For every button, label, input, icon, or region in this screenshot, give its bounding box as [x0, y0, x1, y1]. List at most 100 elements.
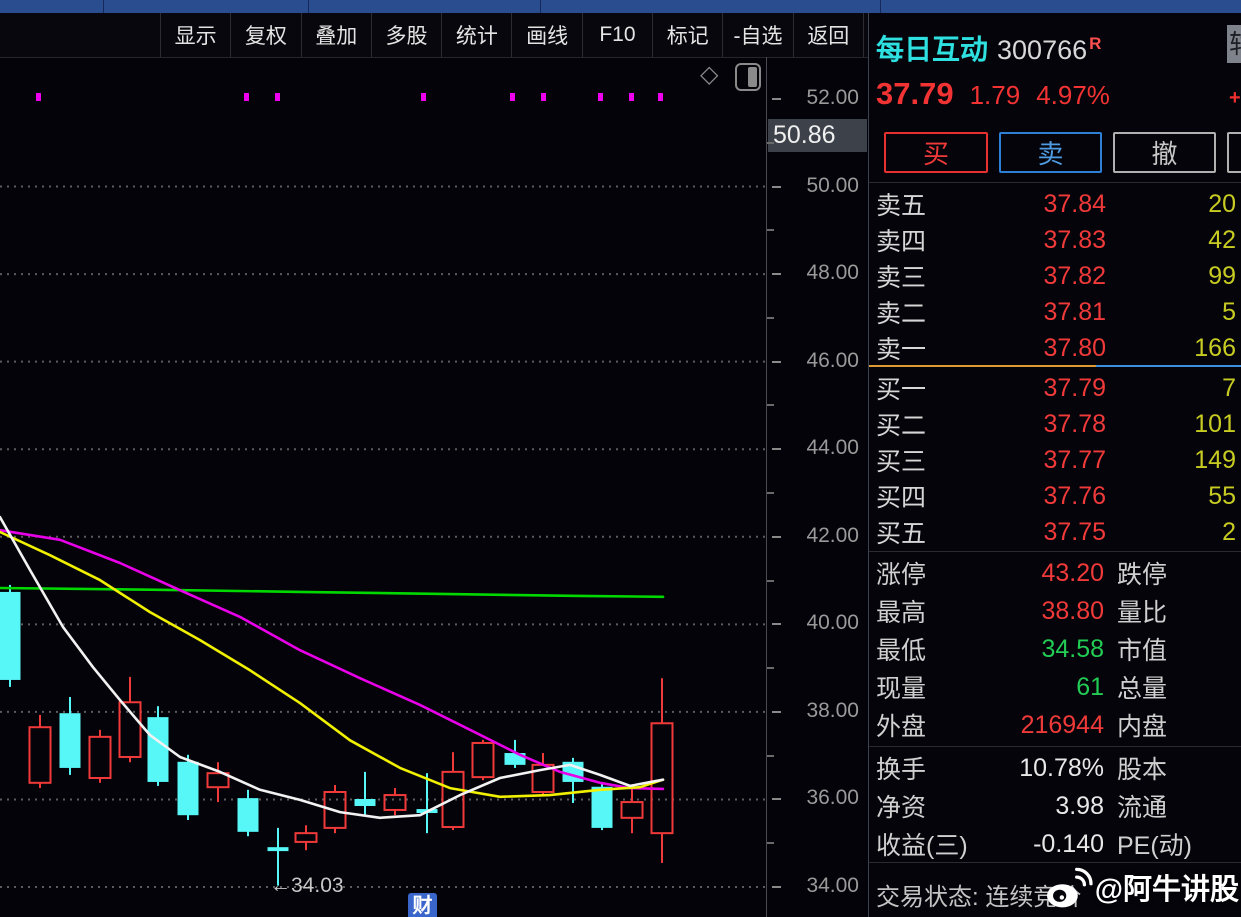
- level-volume: 5: [1106, 298, 1241, 327]
- level-volume: 20: [1106, 190, 1241, 219]
- level-volume: 55: [1106, 482, 1241, 511]
- stat-row-最低: 最低34.58市值: [869, 630, 1241, 668]
- split-panel-icon[interactable]: [735, 63, 761, 91]
- clipped-side-tab[interactable]: 轱: [1227, 25, 1241, 65]
- weibo-icon: [1043, 865, 1095, 909]
- stat-row-现量: 现量61总量: [869, 668, 1241, 706]
- stat-row-外盘: 外盘216944内盘: [869, 706, 1241, 744]
- axis-label: 48.00: [767, 261, 859, 285]
- ask-row[interactable]: 卖三37.8299: [869, 258, 1241, 294]
- level-label: 卖四: [869, 222, 968, 258]
- diamond-marker-icon[interactable]: ◇: [700, 60, 718, 89]
- ask-row[interactable]: 卖二37.815: [869, 294, 1241, 330]
- axis-minor-tick: [767, 142, 774, 144]
- axis-label: 42.00: [767, 524, 859, 548]
- level-volume: 2: [1106, 518, 1241, 547]
- level-price[interactable]: 37.84: [968, 190, 1106, 219]
- stat-label: 涨停: [869, 555, 976, 591]
- axis-highlight-label: 50.86: [768, 119, 867, 152]
- stat-row-涨停: 涨停43.20跌停: [869, 554, 1241, 592]
- partial-button[interactable]: [1227, 132, 1241, 173]
- stock-header: 每日互动300766R: [876, 28, 1101, 68]
- level-label: 卖五: [869, 186, 968, 222]
- axis-minor-tick: [767, 229, 774, 231]
- price-axis: 50.86 52.0050.0048.0046.0044.0042.0040.0…: [766, 57, 869, 917]
- trading-app-window: 显示复权叠加多股统计画线F10标记-自选返回 ◇ ←34.03 财 50.86 …: [0, 0, 1241, 917]
- level-price[interactable]: 37.80: [968, 334, 1106, 363]
- axis-minor-tick: [767, 404, 774, 406]
- level-price[interactable]: 37.83: [968, 226, 1106, 255]
- bid-row[interactable]: 买三37.77149: [869, 442, 1241, 478]
- stat-value: 216944: [976, 711, 1104, 740]
- bid-ask-divider: [869, 365, 1241, 367]
- ask-row[interactable]: 卖一37.80166: [869, 330, 1241, 366]
- level-price[interactable]: 37.77: [968, 446, 1106, 475]
- ma-green-line: [0, 588, 663, 597]
- level-price[interactable]: 37.75: [968, 518, 1106, 547]
- axis-label: 38.00: [767, 699, 859, 723]
- ask-list: 卖五37.8420卖四37.8342卖三37.8299卖二37.815卖一37.…: [869, 186, 1241, 366]
- bid-row[interactable]: 买一37.797: [869, 370, 1241, 406]
- stock-code: 300766: [997, 35, 1087, 65]
- axis-label: 44.00: [767, 436, 859, 460]
- stat-label: 外盘: [869, 707, 976, 743]
- ask-row[interactable]: 卖五37.8420: [869, 186, 1241, 222]
- bid-list: 买一37.797买二37.78101买三37.77149买四37.7655买五3…: [869, 370, 1241, 550]
- registration-badge: R: [1089, 34, 1101, 53]
- bid-row[interactable]: 买五37.752: [869, 514, 1241, 550]
- stat-label2: 市值: [1104, 631, 1241, 667]
- bid-row[interactable]: 买二37.78101: [869, 406, 1241, 442]
- signal-marker-dot: [658, 93, 663, 101]
- candle-13: [385, 788, 406, 815]
- axis-label: 46.00: [767, 349, 859, 373]
- candle-21: [622, 787, 643, 833]
- bid-row[interactable]: 买四37.7655: [869, 478, 1241, 514]
- stat-value: 43.20: [976, 559, 1104, 588]
- level-price[interactable]: 37.82: [968, 262, 1106, 291]
- kline-chart-canvas[interactable]: [0, 0, 766, 917]
- sell-button[interactable]: 卖: [999, 132, 1102, 173]
- axis-minor-tick: [767, 842, 774, 844]
- stat-value: 3.98: [976, 792, 1104, 821]
- buy-button[interactable]: 买: [884, 132, 988, 173]
- stat-value: -0.140: [976, 830, 1104, 859]
- candle-17: [505, 740, 526, 768]
- quote-panel: 每日互动300766R 37.79 1.79 4.97% 买 卖 撤 卖五37.84…: [868, 13, 1241, 917]
- signal-marker-dot: [421, 93, 426, 101]
- ask-row[interactable]: 卖四37.8342: [869, 222, 1241, 258]
- level-label: 买一: [869, 370, 968, 406]
- divider-blue: [1096, 365, 1241, 367]
- candle-10: [296, 825, 317, 850]
- level-price[interactable]: 37.78: [968, 410, 1106, 439]
- stat-value: 34.58: [976, 635, 1104, 664]
- panel-divider: [869, 182, 1241, 183]
- level-price[interactable]: 37.79: [968, 374, 1106, 403]
- stat-label: 净资: [869, 788, 976, 824]
- stat-row-收益(三): 收益(三)-0.140PE(动): [869, 825, 1241, 863]
- price-change-pct: 4.97%: [1036, 80, 1110, 110]
- caijing-logo: 财: [408, 893, 437, 917]
- stat-label: 最高: [869, 593, 976, 629]
- signal-marker-dot: [598, 93, 603, 101]
- ma-magenta-line: [0, 530, 663, 789]
- stat-label2: 内盘: [1104, 707, 1241, 743]
- level-label: 买三: [869, 442, 968, 478]
- cancel-order-button[interactable]: 撤: [1113, 132, 1216, 173]
- stat-label: 最低: [869, 631, 976, 667]
- axis-minor-tick: [767, 317, 774, 319]
- level-volume: 166: [1106, 334, 1241, 363]
- axis-minor-tick: [767, 580, 774, 582]
- level-volume: 149: [1106, 446, 1241, 475]
- price-change: 1.79: [970, 80, 1021, 110]
- level-price[interactable]: 37.76: [968, 482, 1106, 511]
- candle-6: [178, 755, 199, 820]
- divider-orange: [869, 365, 1096, 367]
- toolbar-item-返回[interactable]: 返回: [794, 13, 864, 57]
- axis-minor-tick: [767, 492, 774, 494]
- level-price[interactable]: 37.81: [968, 298, 1106, 327]
- signal-marker-dot: [510, 93, 515, 101]
- level-volume: 42: [1106, 226, 1241, 255]
- candle-3: [90, 730, 111, 783]
- level-volume: 99: [1106, 262, 1241, 291]
- stat-value: 38.80: [976, 597, 1104, 626]
